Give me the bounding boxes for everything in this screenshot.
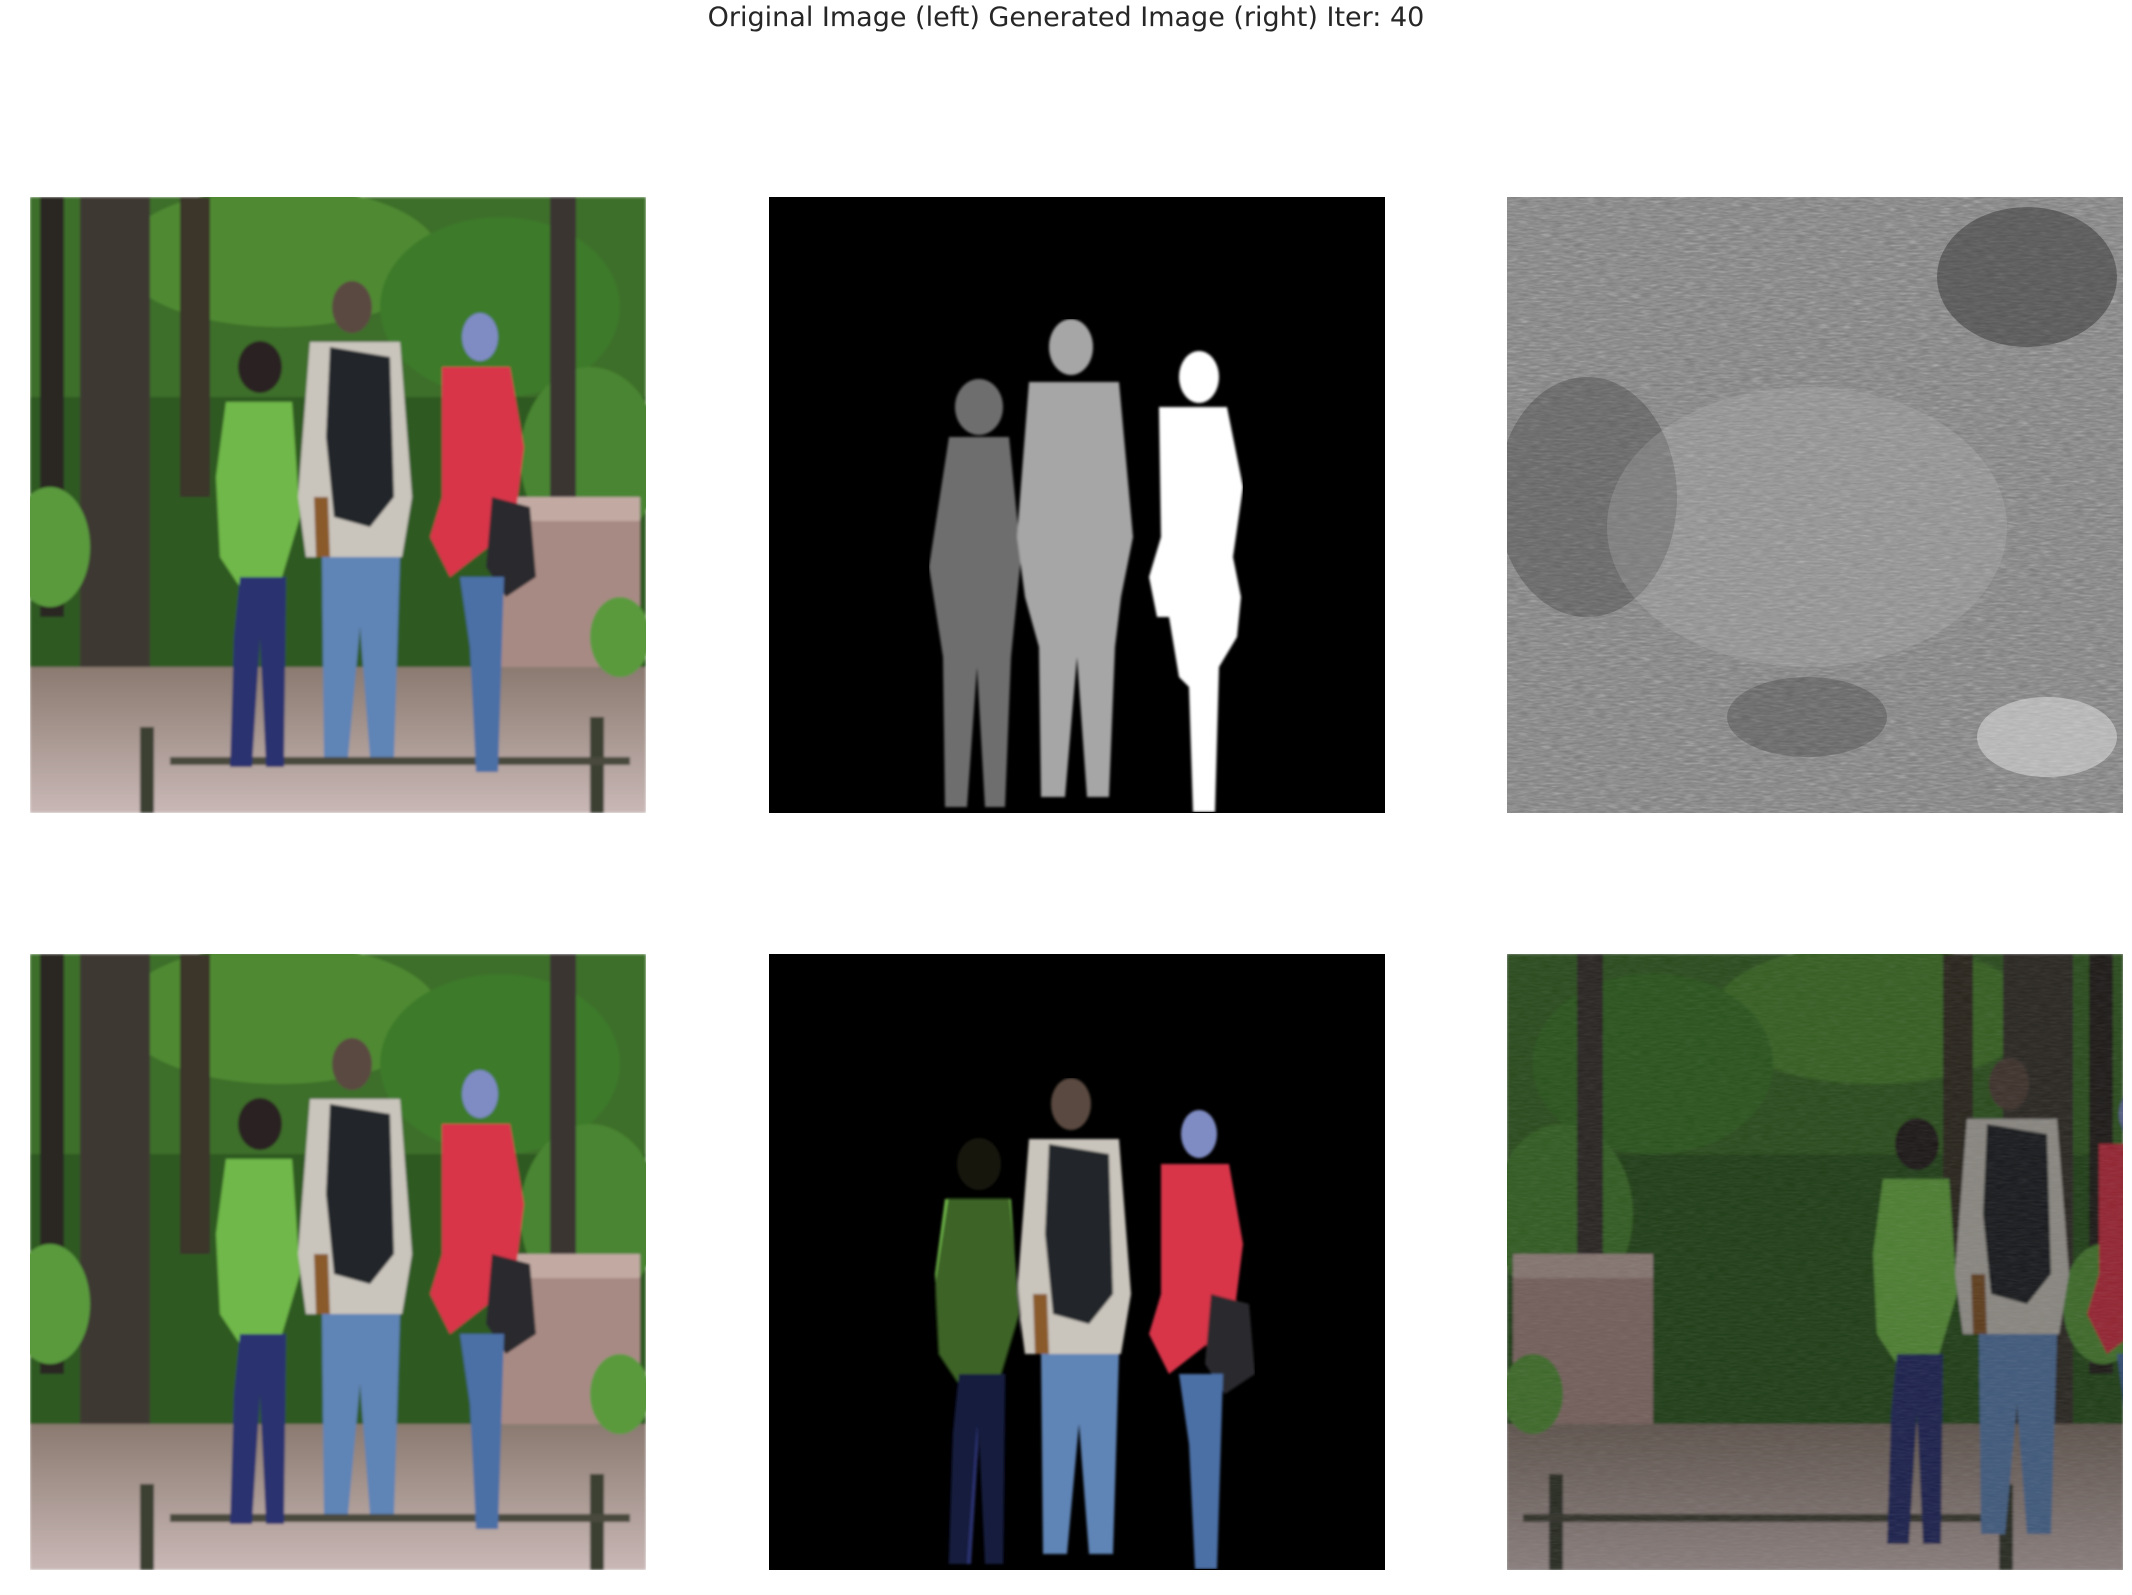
masked-people-image (769, 954, 1385, 1570)
generated-color-image (1507, 954, 2123, 1570)
original-image-bottom (30, 954, 646, 1570)
figure-title: Original Image (left) Generated Image (r… (707, 2, 1425, 33)
generated-grayscale-image (1507, 197, 2123, 813)
original-image-top (30, 197, 646, 813)
segmentation-mask (769, 197, 1385, 813)
